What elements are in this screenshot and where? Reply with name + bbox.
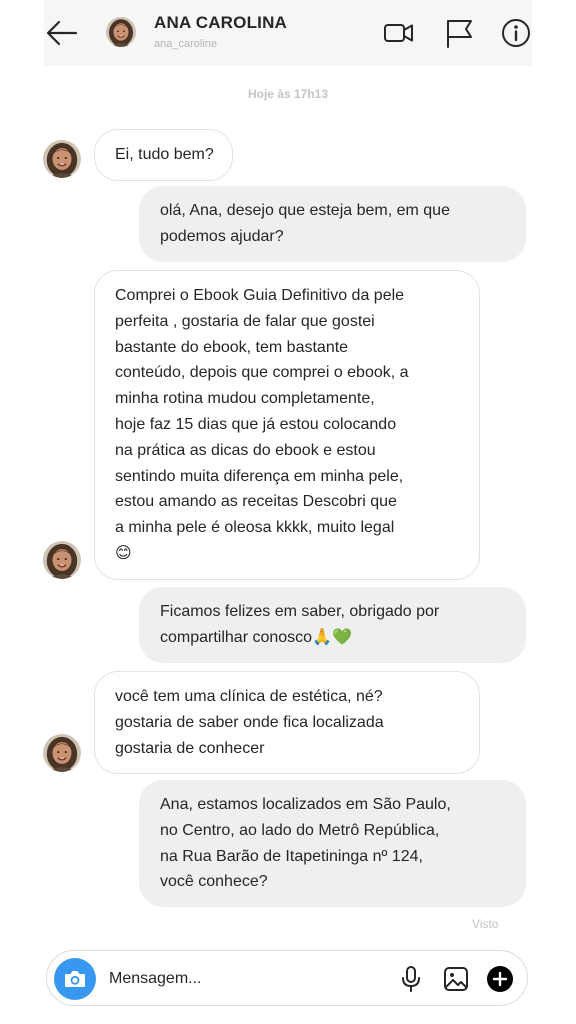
message-line: estou amando as receitas Descobri que bbox=[115, 493, 397, 511]
flag-icon bbox=[447, 20, 472, 48]
message-line: você tem uma clínica de estética, né? bbox=[115, 688, 383, 705]
voice-message-button[interactable] bbox=[396, 964, 426, 994]
send-photo-button[interactable] bbox=[441, 964, 471, 994]
video-call-button[interactable] bbox=[382, 16, 416, 50]
message-line: minha rotina mudou completamente, bbox=[115, 390, 375, 408]
message-line: compartilhar conosco🙏💚 bbox=[160, 628, 352, 646]
outgoing-message[interactable]: Ficamos felizes em saber, obrigado por c… bbox=[139, 587, 526, 663]
message-line: Comprei o Ebook Guia Definitivo da pele bbox=[115, 287, 405, 304]
outgoing-message[interactable]: olá, Ana, desejo que esteja bem, em que … bbox=[139, 186, 526, 262]
message-line: perfeita , gostaria de falar que gostei bbox=[115, 312, 375, 330]
message-line: você conhece? bbox=[160, 873, 268, 891]
incoming-message[interactable]: Comprei o Ebook Guia Definitivo da pele … bbox=[94, 270, 480, 580]
sender-avatar[interactable] bbox=[43, 541, 81, 579]
video-call-icon bbox=[384, 24, 413, 42]
more-options-button[interactable] bbox=[485, 964, 515, 994]
sender-avatar[interactable] bbox=[43, 140, 81, 178]
outgoing-message[interactable]: Ana, estamos localizados em São Paulo, n… bbox=[139, 780, 526, 908]
contact-username: ana_caroline bbox=[154, 38, 217, 50]
report-button[interactable] bbox=[442, 16, 476, 50]
smile-emoji: 😊 bbox=[115, 544, 132, 562]
camera-button[interactable] bbox=[54, 958, 96, 1000]
message-line: sentindo muita diferença em minha pele, bbox=[115, 467, 404, 485]
message-line: bastante do ebook, tem bastante bbox=[115, 338, 349, 356]
message-line: Ei, tudo bem? bbox=[115, 146, 214, 163]
contact-name[interactable]: ANA CAROLINA bbox=[154, 13, 287, 33]
seen-status: Visto bbox=[472, 917, 499, 931]
message-line: no Centro, ao lado do Metrô República, bbox=[160, 821, 440, 839]
message-line: Ficamos felizes em saber, obrigado por bbox=[160, 603, 440, 620]
message-line: podemos ajudar? bbox=[160, 227, 284, 245]
add-icon bbox=[487, 966, 513, 992]
back-arrow-icon bbox=[46, 20, 78, 46]
message-line: hoje faz 15 dias que já estou colocando bbox=[115, 415, 397, 433]
message-line: na prática as dicas do ebook e estou bbox=[115, 441, 376, 459]
microphone-icon bbox=[402, 966, 420, 992]
back-button[interactable] bbox=[44, 15, 80, 51]
message-line: na Rua Barão de Itapetininga nº 124, bbox=[160, 847, 423, 865]
message-line: gostaria de conhecer bbox=[115, 739, 265, 757]
contact-avatar[interactable] bbox=[106, 17, 136, 47]
message-line: gostaria de saber onde fica localizada bbox=[115, 713, 384, 731]
conversation-timestamp: Hoje às 17h13 bbox=[247, 87, 329, 101]
message-line: Ana, estamos localizados em São Paulo, bbox=[160, 796, 451, 813]
message-line: a minha pele é oleosa kkkk, muito legal bbox=[115, 519, 395, 537]
info-icon bbox=[502, 19, 530, 47]
message-line: conteúdo, depois que comprei o ebook, a bbox=[115, 364, 409, 382]
message-line: olá, Ana, desejo que esteja bem, em que bbox=[160, 202, 450, 219]
camera-icon bbox=[65, 971, 85, 987]
chat-header: ANA CAROLINA ana_caroline bbox=[44, 0, 532, 66]
image-icon bbox=[444, 967, 468, 991]
incoming-message[interactable]: Ei, tudo bem? bbox=[94, 129, 233, 181]
sender-avatar[interactable] bbox=[43, 734, 81, 772]
message-composer bbox=[46, 950, 528, 1006]
incoming-message[interactable]: você tem uma clínica de estética, né? go… bbox=[94, 671, 480, 775]
message-input[interactable] bbox=[109, 967, 379, 991]
info-button[interactable] bbox=[499, 16, 533, 50]
